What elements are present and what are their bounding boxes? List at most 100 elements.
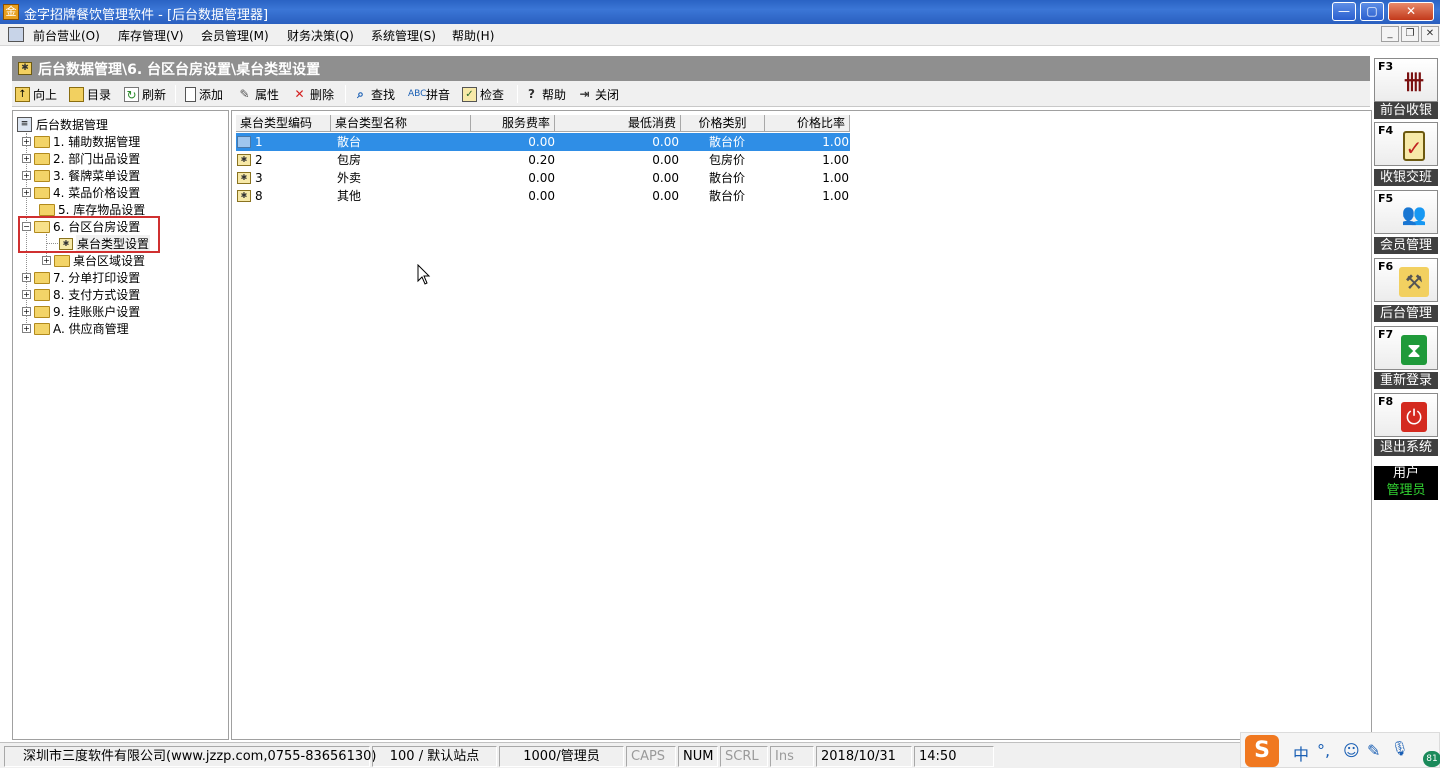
minimize-button[interactable]: — — [1332, 2, 1356, 21]
cell-code: 2 — [255, 153, 263, 167]
find-button[interactable]: ⌕ 查找 — [353, 84, 395, 104]
tree-node-menu-cards[interactable]: + 3. 餐牌菜单设置 — [22, 167, 140, 184]
folder-icon — [34, 135, 50, 148]
tree-node-table-regions[interactable]: + 桌台区域设置 — [42, 252, 145, 269]
menu-system[interactable]: 系统管理(S) — [371, 27, 436, 44]
f4-shift-handover-button[interactable]: F4 ✓ — [1374, 122, 1438, 166]
expand-icon[interactable]: + — [22, 273, 31, 282]
module-icon: ✱ — [18, 62, 32, 75]
table-row[interactable]: ✱ 8 其他 0.00 0.00 散台价 1.00 — [236, 187, 850, 205]
tools-folder-icon: ⚒ — [1399, 267, 1429, 297]
expand-icon[interactable]: + — [22, 154, 31, 163]
f3-cashier-button[interactable]: F3 卌 — [1374, 58, 1438, 102]
sogou-ime-icon[interactable]: S — [1245, 735, 1279, 767]
menu-finance[interactable]: 财务决策(Q) — [287, 27, 354, 44]
tree-root[interactable]: ≡ 后台数据管理 — [17, 116, 108, 133]
maximize-button[interactable]: ▢ — [1360, 2, 1384, 21]
expand-icon[interactable]: + — [22, 324, 31, 333]
ime-punctuation-icon[interactable]: °, — [1317, 741, 1330, 760]
folder-icon — [34, 152, 50, 165]
search-icon: ⌕ — [357, 86, 364, 101]
cell-price-type: 散台价 — [708, 135, 745, 149]
row-table-icon: ✱ — [237, 172, 251, 184]
tree-node-aux-data[interactable]: + 1. 辅助数据管理 — [22, 133, 140, 150]
f7-relogin-button[interactable]: F7 ⧗ — [1374, 326, 1438, 370]
f7-label[interactable]: 重新登录 — [1374, 372, 1438, 389]
ime-emoji-icon[interactable]: ☺ — [1343, 741, 1360, 760]
help-icon: ? — [528, 86, 535, 101]
f3-label[interactable]: 前台收银 — [1374, 102, 1438, 119]
close-button[interactable]: ⇥ 关闭 — [577, 84, 619, 104]
f4-label[interactable]: 收银交班 — [1374, 169, 1438, 186]
close-window-button[interactable]: ✕ — [1388, 2, 1434, 21]
table-row[interactable]: 1 散台 0.00 0.00 散台价 1.00 — [236, 133, 850, 151]
ime-handwriting-icon[interactable]: ✎ — [1367, 741, 1380, 760]
cell-min-spend: 0.00 — [652, 153, 679, 167]
tree-node-label: 2. 部门出品设置 — [53, 152, 141, 166]
menu-front-business[interactable]: 前台营业(O) — [33, 27, 100, 44]
column-header-code[interactable]: 桌台类型编码 — [236, 115, 331, 132]
up-button[interactable]: ↑ 向上 — [15, 84, 57, 104]
column-header-min-spend[interactable]: 最低消费 — [555, 115, 681, 132]
mdi-restore-button[interactable]: ❐ — [1401, 26, 1419, 42]
f8-exit-button[interactable]: F8 ⏻ — [1374, 393, 1438, 437]
cell-service-rate: 0.00 — [528, 189, 555, 203]
tree-node-dish-prices[interactable]: + 4. 菜品价格设置 — [22, 184, 140, 201]
user-title: 用户 — [1392, 466, 1419, 481]
tree-node-credit-accounts[interactable]: + 9. 挂账账户设置 — [22, 303, 140, 320]
f5-label[interactable]: 会员管理 — [1374, 237, 1438, 254]
new-document-icon — [185, 86, 196, 102]
folder-icon — [34, 169, 50, 182]
folder-icon — [54, 254, 70, 267]
menu-inventory[interactable]: 库存管理(V) — [118, 27, 184, 44]
help-button[interactable]: ? 帮助 — [524, 84, 566, 104]
status-bar: 深圳市三度软件有限公司(www.jzzp.com,0755-83656130) … — [0, 742, 1440, 768]
up-label: 向上 — [33, 87, 58, 102]
table-row[interactable]: ✱ 3 外卖 0.00 0.00 散台价 1.00 — [236, 169, 850, 187]
column-header-service-rate[interactable]: 服务费率 — [471, 115, 555, 132]
tree-node-split-printing[interactable]: + 7. 分单打印设置 — [22, 269, 140, 286]
pinyin-button[interactable]: ABC 拼音 — [408, 84, 450, 104]
expand-icon[interactable]: + — [22, 307, 31, 316]
tree-node-dept-output[interactable]: + 2. 部门出品设置 — [22, 150, 140, 167]
expand-icon[interactable]: + — [22, 171, 31, 180]
expand-icon[interactable]: + — [42, 256, 51, 265]
expand-icon[interactable]: + — [22, 137, 31, 146]
refresh-button[interactable]: ↻ 刷新 — [124, 84, 166, 104]
ime-badge: 81 — [1423, 751, 1440, 767]
ime-toolbar: S 中 °, ☺ ✎ 🎙 81 — [1240, 732, 1440, 768]
cell-price-type: 包房价 — [708, 153, 745, 167]
window-title-bar: 金 金字招牌餐饮管理软件 - [后台数据管理器] — ▢ ✕ — [0, 0, 1440, 24]
f8-label[interactable]: 退出系统 — [1374, 439, 1438, 456]
checklist-icon: ✓ — [462, 86, 477, 102]
cell-min-spend: 0.00 — [652, 189, 679, 203]
pinyin-label: 拼音 — [426, 87, 451, 102]
delete-button[interactable]: ✕ 删除 — [292, 84, 334, 104]
directory-button[interactable]: 目录 — [69, 84, 111, 104]
menu-help[interactable]: 帮助(H) — [452, 27, 494, 44]
menu-members[interactable]: 会员管理(M) — [201, 27, 269, 44]
ime-chinese-mode[interactable]: 中 — [1293, 741, 1309, 765]
check-button[interactable]: ✓ 检查 — [462, 84, 504, 104]
properties-button[interactable]: ✎ 属性 — [237, 84, 279, 104]
column-header-ratio[interactable]: 价格比率 — [765, 115, 850, 132]
ime-voice-icon[interactable]: 🎙 — [1391, 741, 1409, 757]
tree-node-label: 8. 支付方式设置 — [53, 288, 141, 302]
mdi-child-icon[interactable] — [8, 27, 24, 42]
column-header-name[interactable]: 桌台类型名称 — [331, 115, 471, 132]
fkey-code: F6 — [1378, 260, 1394, 273]
tree-node-payment-methods[interactable]: + 8. 支付方式设置 — [22, 286, 140, 303]
expand-icon[interactable]: + — [22, 290, 31, 299]
f6-back-office-button[interactable]: F6 ⚒ — [1374, 258, 1438, 302]
add-button[interactable]: 添加 — [185, 84, 223, 104]
tree-node-label: 3. 餐牌菜单设置 — [53, 169, 141, 183]
expand-icon[interactable]: + — [22, 188, 31, 197]
cell-ratio: 1.00 — [822, 171, 849, 185]
table-row[interactable]: ✱ 2 包房 0.20 0.00 包房价 1.00 — [236, 151, 850, 169]
f6-label[interactable]: 后台管理 — [1374, 305, 1438, 322]
mdi-minimize-button[interactable]: _ — [1381, 26, 1399, 42]
mdi-close-button[interactable]: ✕ — [1421, 26, 1439, 42]
f5-members-button[interactable]: F5 👥 — [1374, 190, 1438, 234]
tree-node-suppliers[interactable]: + A. 供应商管理 — [22, 320, 129, 337]
column-header-price-type[interactable]: 价格类别 — [681, 115, 765, 132]
